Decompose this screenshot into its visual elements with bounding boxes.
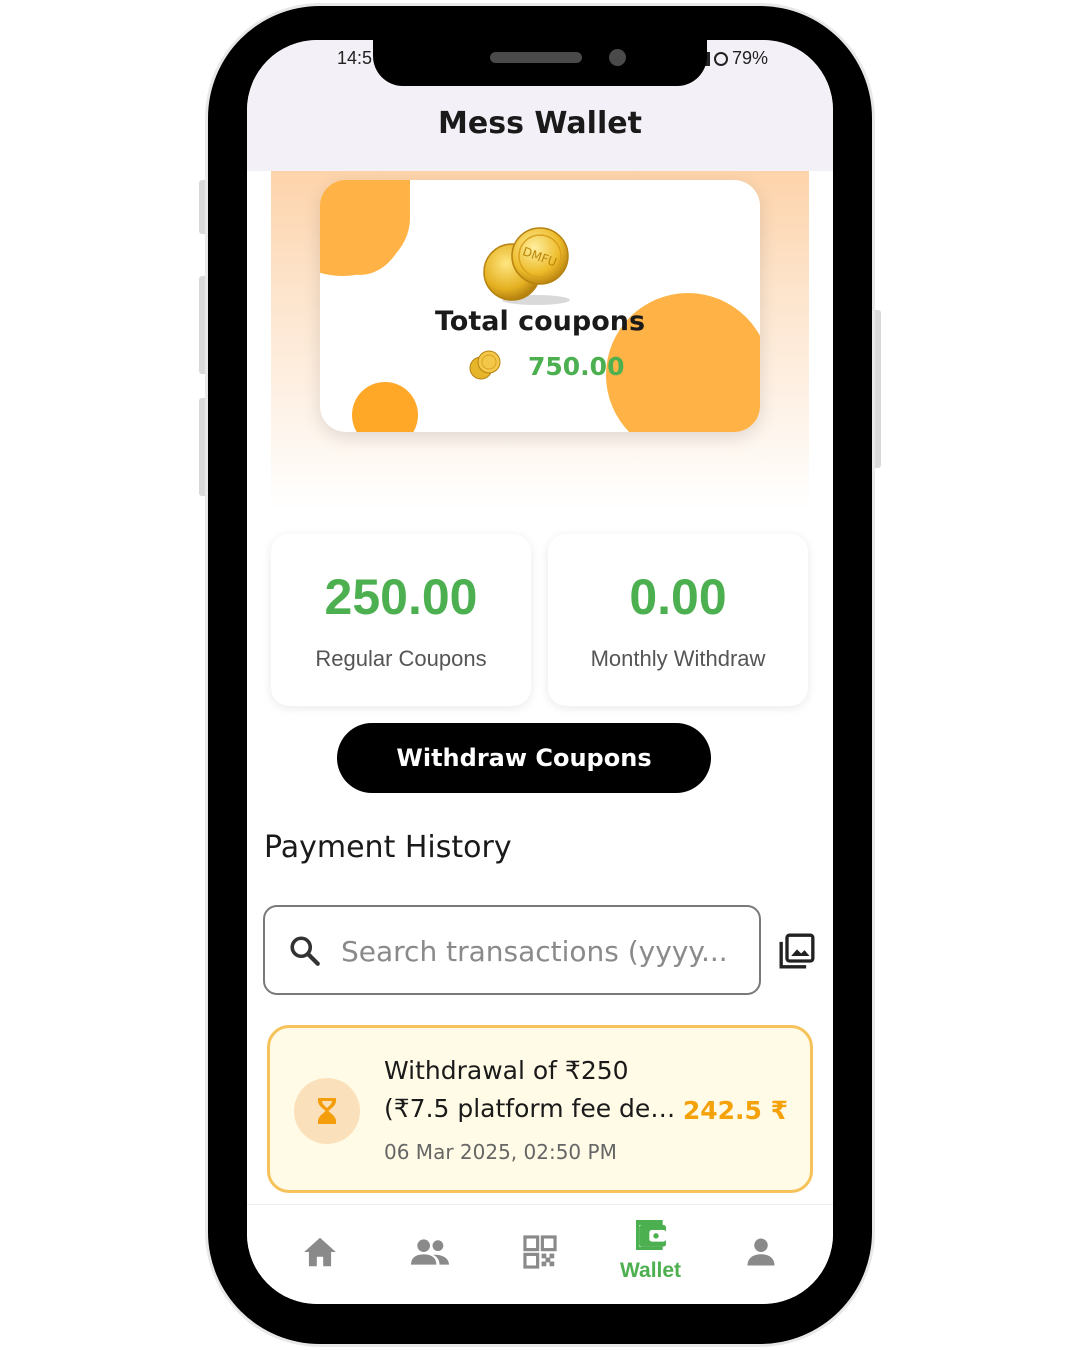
nav-wallet[interactable]: Wallet [592,1205,709,1304]
status-indicators: 79% [704,48,768,69]
nav-community[interactable] [371,1205,488,1304]
regular-coupons-card: 250.00 Regular Coupons [271,534,531,706]
hourglass-icon [318,1098,336,1124]
transaction-item[interactable]: Withdrawal of ₹250 (₹7.5 platform fee de… [267,1025,813,1193]
nav-wallet-label: Wallet [619,1259,682,1282]
home-icon [303,1237,336,1267]
status-time: 14:5 [337,48,373,68]
gallery-icon[interactable] [777,931,817,971]
monthly-withdraw-value: 0.00 [629,569,727,625]
group-icon [410,1239,449,1265]
search-icon [290,936,320,966]
total-coupons-row: 750.00 [468,350,624,382]
wallet-icon [635,1220,666,1250]
battery-icon [714,51,728,66]
regular-coupons-label: Regular Coupons [315,646,487,671]
transaction-date: 06 Mar 2025, 02:50 PM [384,1140,617,1164]
payment-history-title: Payment History [264,830,512,865]
phone-camera [609,49,626,66]
withdraw-coupons-button[interactable]: Withdraw Coupons [337,723,711,793]
phone-power-button [872,310,881,468]
transaction-status-icon-wrap [294,1078,360,1144]
total-coupons-label: Total coupons [434,306,646,337]
phone-volume-up-button [199,276,208,374]
app-screen: 14:5 79% Mess Wallet DMFU Total coupons … [247,40,833,1304]
qr-code-icon [522,1235,557,1269]
total-coupons-card: DMFU Total coupons 750.00 [320,180,760,432]
nav-home[interactable] [261,1205,378,1304]
battery-percent: 79% [732,48,769,68]
coins-icon: DMFU [483,227,570,305]
search-field[interactable] [263,905,761,995]
phone-volume-down-button [199,398,208,496]
monthly-withdraw-card: 0.00 Monthly Withdraw [548,534,808,706]
decor-circle [320,180,410,275]
nav-profile[interactable] [702,1205,819,1304]
phone-speaker [490,52,582,63]
nav-scan[interactable] [481,1205,598,1304]
transaction-amount: 242.5 ₹ [682,1096,788,1125]
search-input[interactable] [341,921,741,981]
transaction-subtitle: (₹7.5 platform fee deducted) [384,1094,686,1123]
profile-icon [747,1238,774,1266]
regular-coupons-value: 250.00 [324,569,478,625]
coin-icon [469,350,501,380]
decor-circle [352,382,418,432]
bottom-navigation: Wallet [247,1204,833,1304]
phone-side-button [199,180,208,234]
monthly-withdraw-label: Monthly Withdraw [590,646,766,671]
page-title: Mess Wallet [438,106,642,141]
transaction-title: Withdrawal of ₹250 [384,1056,629,1085]
total-coupons-value: 750.00 [528,351,625,381]
